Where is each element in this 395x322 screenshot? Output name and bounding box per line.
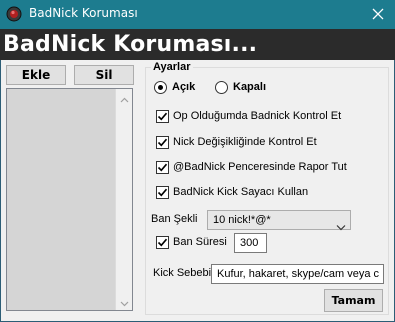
check-kick-counter-label[interactable]: BadNick Kick Sayacı Kullan xyxy=(173,186,308,198)
ban-duration-input[interactable]: 300 xyxy=(234,233,267,253)
on-radio-label[interactable]: Açık xyxy=(172,81,195,93)
check-ban-duration[interactable] xyxy=(156,236,169,249)
badnick-list[interactable] xyxy=(6,88,133,311)
scroll-down-button[interactable] xyxy=(116,293,132,310)
off-radio-label[interactable]: Kapalı xyxy=(233,81,266,93)
checkmark-icon xyxy=(157,138,168,147)
check-nick-change-label[interactable]: Nick Değişikliğinde Kontrol Et xyxy=(173,136,317,148)
list-scrollbar[interactable] xyxy=(115,89,132,310)
check-report-window-label[interactable]: @BadNick Penceresinde Rapor Tut xyxy=(173,161,347,173)
check-nick-change[interactable] xyxy=(156,136,169,149)
remove-button[interactable]: Sil xyxy=(74,65,134,85)
add-button[interactable]: Ekle xyxy=(6,65,66,85)
off-radio[interactable] xyxy=(215,81,228,94)
chevron-up-icon xyxy=(120,88,129,107)
check-kick-counter[interactable] xyxy=(156,186,169,199)
window-client-area: Ekle Sil Ayarlar Açık Kapalı Op Olduğumd… xyxy=(0,60,395,322)
checkmark-icon xyxy=(157,163,168,172)
kick-reason-input[interactable]: Kufur, hakaret, skype/cam veya c xyxy=(211,264,384,284)
kick-reason-label: Kick Sebebi xyxy=(153,267,212,279)
settings-group: Ayarlar Açık Kapalı Op Olduğumda Badnick… xyxy=(145,61,389,315)
checkmark-icon xyxy=(157,112,168,121)
scroll-up-button[interactable] xyxy=(116,89,132,106)
ok-button[interactable]: Tamam xyxy=(324,289,383,312)
ban-duration-label[interactable]: Ban Süresi xyxy=(173,236,227,248)
chevron-down-icon xyxy=(120,292,129,311)
close-icon xyxy=(372,5,384,24)
chevron-down-icon xyxy=(336,216,346,235)
checkmark-icon xyxy=(157,188,168,197)
ban-type-label: Ban Şekli xyxy=(151,213,198,225)
title-bar: BadNick Koruması xyxy=(0,0,395,29)
check-op-control[interactable] xyxy=(156,110,169,123)
check-op-control-label[interactable]: Op Olduğumda Badnick Kontrol Et xyxy=(173,110,341,122)
check-report-window[interactable] xyxy=(156,161,169,174)
checkmark-icon xyxy=(157,238,168,247)
app-icon xyxy=(6,6,22,22)
ban-type-select[interactable]: 10 nick!*@* xyxy=(207,210,351,231)
close-button[interactable] xyxy=(361,0,395,29)
ban-type-value: 10 nick!*@* xyxy=(213,214,271,226)
on-radio[interactable] xyxy=(154,81,167,94)
header-banner: BadNick Koruması... xyxy=(0,29,395,60)
settings-group-title: Ayarlar xyxy=(151,61,193,73)
window-title: BadNick Koruması xyxy=(29,6,138,20)
